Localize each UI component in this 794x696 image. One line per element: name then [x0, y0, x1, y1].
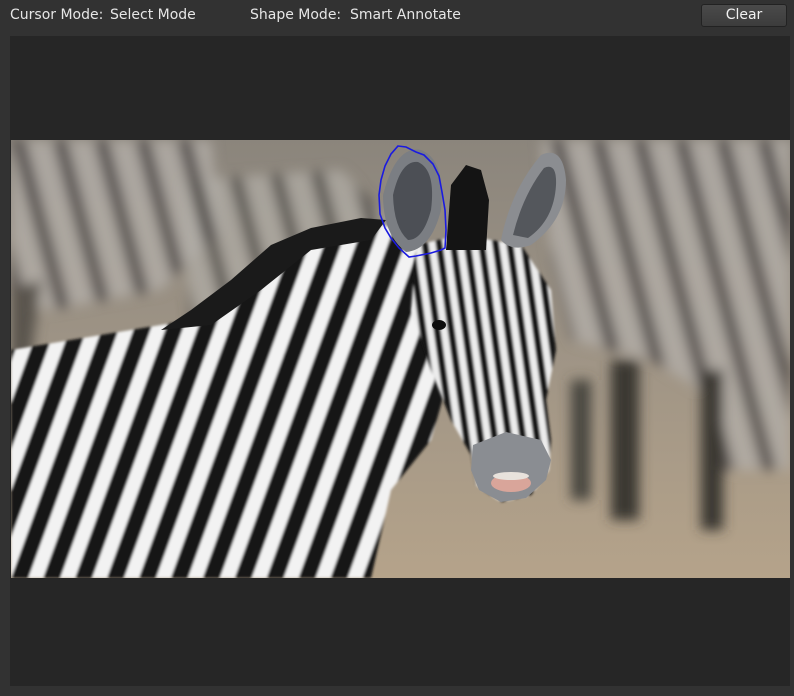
- annotation-canvas[interactable]: [10, 36, 790, 686]
- annotation-window: Cursor Mode: Select Mode Shape Mode: Sma…: [0, 0, 794, 696]
- toolbar: Cursor Mode: Select Mode Shape Mode: Sma…: [0, 0, 794, 34]
- shape-mode-value[interactable]: Smart Annotate: [350, 7, 461, 23]
- clear-button[interactable]: Clear: [701, 4, 787, 27]
- shape-mode-label: Shape Mode:: [250, 7, 342, 23]
- zebra-photo[interactable]: [11, 140, 790, 578]
- cursor-mode-label: Cursor Mode:: [10, 7, 104, 23]
- cursor-mode-value[interactable]: Select Mode: [110, 7, 196, 23]
